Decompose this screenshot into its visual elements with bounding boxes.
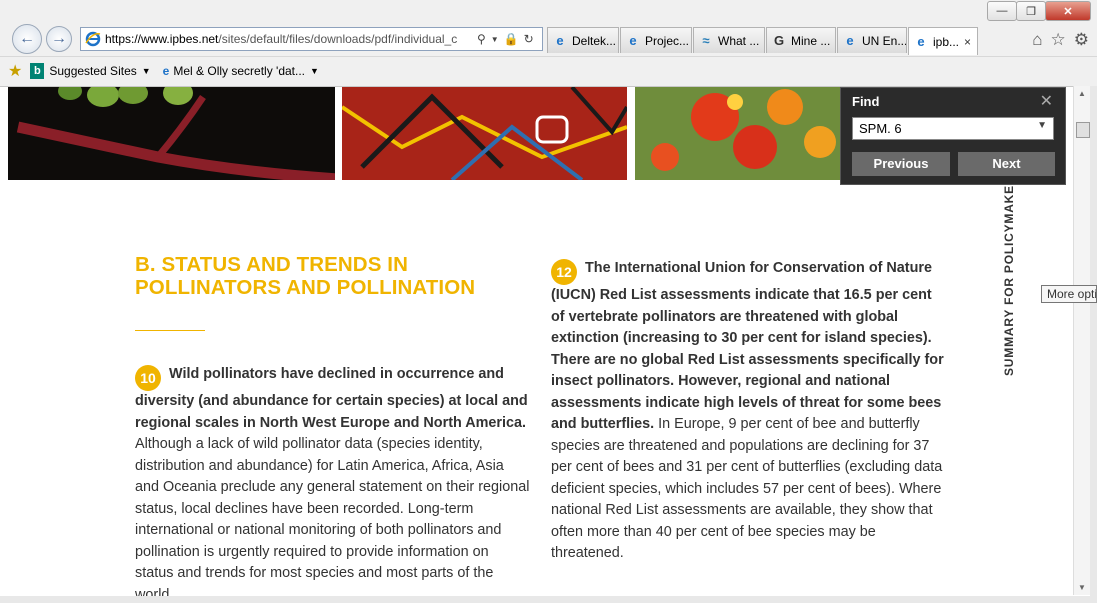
paragraph-12: 12 The International Union for Conservati…	[551, 258, 946, 565]
vertical-scrollbar[interactable]: ▲ ▼	[1073, 86, 1090, 595]
paragraph-10: 10 Wild pollinators have declined in occu…	[135, 364, 530, 603]
scroll-up-icon[interactable]: ▲	[1078, 89, 1086, 98]
tab-what[interactable]: ≈ What ...	[693, 27, 765, 53]
minimize-button[interactable]: —	[987, 1, 1017, 21]
ie-icon: e	[556, 33, 564, 48]
restore-button[interactable]: ❐	[1016, 1, 1046, 21]
window-frame-right	[1090, 86, 1097, 603]
favorites-bar: ★ b Suggested Sites ▼ e Mel & Olly secre…	[0, 56, 1097, 85]
dropdown-arrow-icon[interactable]: ▼	[491, 35, 499, 44]
add-favorite-icon[interactable]: ★	[8, 61, 22, 81]
paragraph-10-bold: Wild pollinators have declined in occurr…	[135, 366, 528, 431]
tab-mine[interactable]: G Mine ...	[766, 27, 836, 53]
photo-red-flowers	[635, 87, 845, 180]
side-section-label: SUMMARY FOR POLICYMAKERS	[1002, 166, 1016, 376]
photo-mola-textile	[342, 87, 627, 180]
more-options-tooltip: More options	[1041, 285, 1097, 303]
paragraph-10-text: Although a lack of wild pollinator data …	[135, 436, 530, 603]
address-url[interactable]: https://www.ipbes.net/sites/default/file…	[105, 32, 473, 46]
home-icon[interactable]: ⌂	[1032, 30, 1042, 50]
dropdown-arrow-icon[interactable]: ▼	[1037, 120, 1047, 131]
dropdown-arrow-icon[interactable]: ▼	[142, 66, 151, 76]
lock-icon[interactable]: 🔒	[504, 32, 519, 46]
window-frame-bottom	[0, 596, 1097, 603]
ie-icon: e	[917, 34, 925, 49]
close-icon[interactable]: ✕	[1040, 91, 1053, 111]
close-tab-icon[interactable]: ×	[964, 35, 971, 49]
address-tools: ⚲ ▼ 🔒 ↻	[477, 32, 534, 46]
heading-divider	[135, 330, 205, 331]
browser-chrome: — ❐ ✕ ← → https://www.ipbes.net/sites/de…	[0, 0, 1097, 86]
bing-icon: b	[30, 63, 45, 79]
textile-pattern	[342, 87, 627, 180]
refresh-icon[interactable]: ↻	[524, 32, 534, 46]
scroll-down-icon[interactable]: ▼	[1078, 583, 1086, 592]
paragraph-12-bold: The International Union for Conservation…	[551, 260, 944, 432]
find-previous-button[interactable]: Previous	[852, 152, 950, 176]
wave-icon: ≈	[702, 33, 710, 48]
window-controls: — ❐ ✕	[987, 1, 1091, 21]
ie-icon: e	[162, 64, 170, 78]
ie-icon: e	[846, 33, 854, 48]
dropdown-arrow-icon[interactable]: ▼	[310, 66, 319, 76]
paragraph-12-text: In Europe, 9 per cent of bee and butterf…	[551, 416, 943, 561]
suggested-sites-link[interactable]: b Suggested Sites ▼	[30, 63, 151, 79]
tab-projects[interactable]: e Projec...	[620, 27, 692, 53]
tab-deltek[interactable]: e Deltek...	[547, 27, 619, 53]
ie-icon: e	[629, 33, 637, 48]
paragraph-number-badge: 10	[135, 365, 161, 391]
photo-green-berries	[8, 87, 335, 180]
back-arrow-icon: ←	[19, 30, 35, 47]
find-next-button[interactable]: Next	[958, 152, 1055, 176]
tab-ipbes[interactable]: e ipb... ×	[908, 27, 978, 55]
tab-un-environment[interactable]: e UN En...	[837, 27, 907, 53]
ie-icon	[85, 31, 101, 47]
toolbar-icons: ⌂ ☆ ⚙	[1032, 30, 1089, 50]
favorite-link-mel-olly[interactable]: e Mel & Olly secretly 'dat... ▼	[163, 64, 319, 78]
close-window-button[interactable]: ✕	[1045, 1, 1091, 21]
google-icon: G	[773, 33, 785, 48]
favorites-star-icon[interactable]: ☆	[1051, 30, 1066, 50]
navigation-row: ← → https://www.ipbes.net/sites/default/…	[0, 24, 1097, 56]
flowers-illustration	[651, 89, 836, 171]
find-title: Find	[852, 94, 880, 109]
berries-illustration	[16, 87, 335, 180]
back-button[interactable]: ←	[12, 24, 42, 54]
forward-button[interactable]: →	[46, 26, 72, 52]
forward-arrow-icon: →	[51, 30, 67, 47]
address-bar[interactable]: https://www.ipbes.net/sites/default/file…	[80, 27, 543, 51]
gear-icon[interactable]: ⚙	[1074, 30, 1089, 50]
scrollbar-thumb[interactable]	[1076, 122, 1090, 138]
title-bar: — ❐ ✕	[0, 0, 1097, 24]
search-icon[interactable]: ⚲	[477, 32, 486, 46]
find-bar: Find ✕ SPM. 6 ▼ Previous Next	[840, 87, 1066, 185]
find-input[interactable]: SPM. 6 ▼	[852, 117, 1054, 140]
section-heading: B. STATUS AND TRENDS IN POLLINATORS AND …	[135, 253, 476, 299]
paragraph-number-badge: 12	[551, 259, 577, 285]
